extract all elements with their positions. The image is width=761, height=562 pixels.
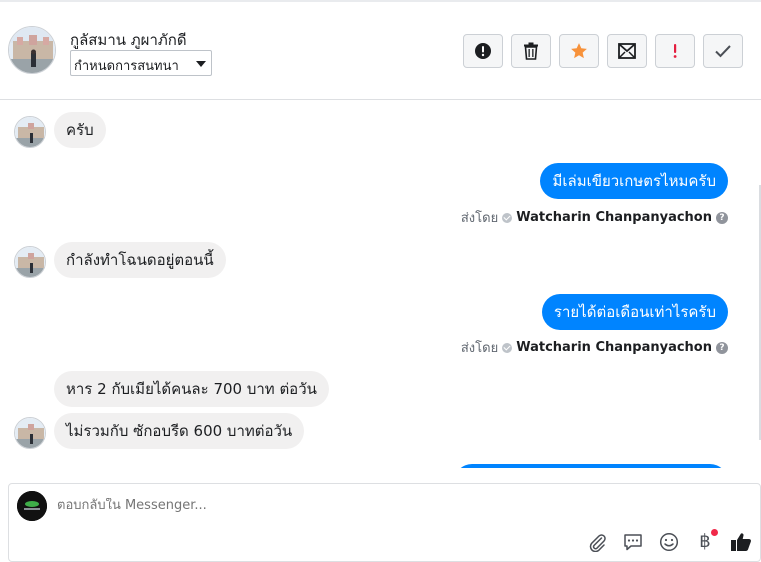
like-icon <box>731 533 751 551</box>
reply-input[interactable] <box>57 498 557 513</box>
baht-payment-icon: ฿ <box>699 531 711 552</box>
label-select-value: กำหนดการสนทนา <box>74 59 179 74</box>
exclamation-icon <box>673 44 677 58</box>
like-button[interactable] <box>729 530 753 554</box>
help-icon[interactable]: ? <box>716 211 728 224</box>
sender-avatar <box>14 116 46 148</box>
conversation-label-select[interactable]: กำหนดการสนทนา <box>70 50 212 76</box>
exclamation-circle-icon <box>475 43 491 59</box>
message-bubble-outgoing-partial[interactable] <box>454 464 728 468</box>
header-divider <box>0 0 761 2</box>
delete-button[interactable] <box>511 34 551 68</box>
emoji-button[interactable] <box>657 530 681 554</box>
sender-avatar <box>14 417 46 449</box>
message-bubble-outgoing[interactable]: มีเล่มเขียวเกษตรไหมครับ <box>540 163 728 199</box>
info-button[interactable] <box>463 34 503 68</box>
envelope-icon <box>618 43 636 59</box>
spam-button[interactable] <box>655 34 695 68</box>
sent-by-line: ส่งโดย Watcharin Chanpanyachon ? <box>461 207 728 228</box>
sent-by-line: ส่งโดย Watcharin Chanpanyachon ? <box>461 337 728 358</box>
sender-name[interactable]: Watcharin Chanpanyachon <box>516 210 712 225</box>
star-button[interactable] <box>559 34 599 68</box>
mark-unread-button[interactable] <box>607 34 647 68</box>
conversation-header: กูลัสมาน ภูผาภักดี กำหนดการสนทนา <box>0 0 761 100</box>
sent-by-label: ส่งโดย <box>460 341 499 356</box>
attach-button[interactable] <box>585 530 609 554</box>
paperclip-icon <box>589 534 606 552</box>
check-circle-icon <box>502 342 513 353</box>
saved-replies-icon <box>624 534 642 551</box>
sender-avatar <box>14 246 46 278</box>
chevron-down-icon <box>196 61 206 67</box>
emoji-icon <box>659 532 679 552</box>
page-avatar <box>17 491 47 521</box>
sent-by-label: ส่งโดย <box>460 211 499 226</box>
saved-replies-button[interactable] <box>621 530 645 554</box>
message-bubble-incoming[interactable]: ครับ <box>54 112 106 148</box>
message-bubble-incoming[interactable]: ไม่รวมกับ ซักอบรีด 600 บาทต่อวัน <box>54 413 305 449</box>
check-icon <box>715 45 731 58</box>
contact-name[interactable]: กูลัสมาน ภูผาภักดี <box>70 28 187 52</box>
message-thread[interactable]: ครับ มีเล่มเขียวเกษตรไหมครับ ส่งโดย Watc… <box>0 100 761 468</box>
sender-name[interactable]: Watcharin Chanpanyachon <box>516 340 712 355</box>
trash-icon <box>524 42 538 60</box>
star-icon <box>571 43 587 59</box>
reply-composer: ฿ <box>8 483 761 562</box>
check-circle-icon <box>502 212 513 223</box>
message-bubble-outgoing[interactable]: รายได้ต่อเดือนเท่าไรครับ <box>541 294 728 330</box>
message-bubble-incoming[interactable]: กำลังทำโฉนดอยู่ตอนนี้ <box>54 242 226 278</box>
message-bubble-incoming[interactable]: หาร 2 กับเมียได้คนละ 700 บาท ต่อวัน <box>54 371 329 407</box>
help-icon[interactable]: ? <box>716 341 728 354</box>
contact-avatar[interactable] <box>8 26 56 74</box>
notification-dot <box>711 529 718 536</box>
payment-button[interactable]: ฿ <box>693 529 718 554</box>
done-button[interactable] <box>703 34 743 68</box>
